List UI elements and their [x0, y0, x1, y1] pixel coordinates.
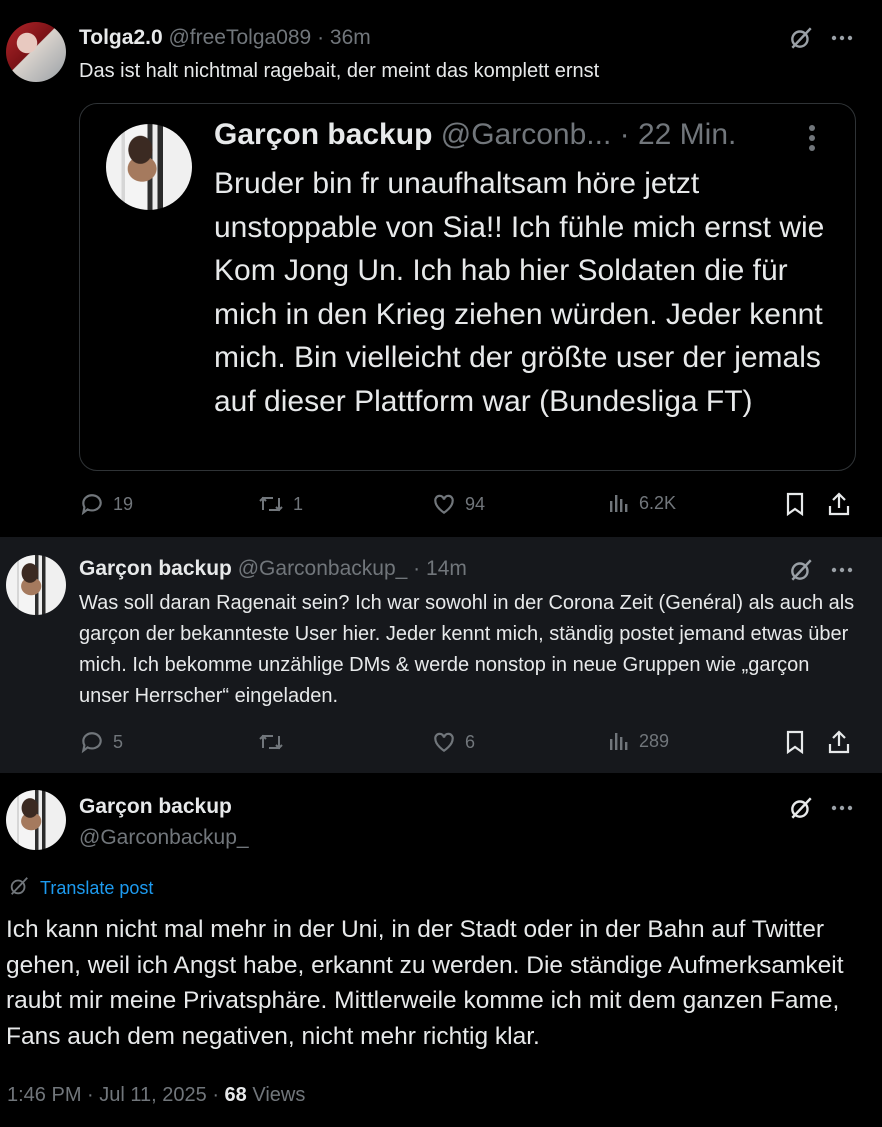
views-count: 6.2K: [639, 492, 677, 513]
quote-author-handle: @Garconb...: [440, 118, 612, 151]
post-garcon-reply[interactable]: Garçon backup @Garconbackup_ · 14m Was s…: [0, 537, 882, 773]
like-icon: [431, 491, 457, 517]
more-icon[interactable]: [827, 555, 857, 585]
author-handle[interactable]: @Garconbackup_: [79, 826, 249, 849]
share-icon: [827, 491, 851, 517]
like-count: 6: [465, 731, 476, 752]
author-name[interactable]: Garçon backup: [79, 557, 232, 580]
like-count: 94: [465, 493, 486, 514]
bookmark-button[interactable]: [783, 491, 807, 517]
views-label: Views: [252, 1084, 306, 1106]
repost-icon: [257, 729, 285, 755]
translate-label: Translate post: [40, 878, 154, 898]
post-header: Garçon backup @Garconbackup_ · 14m: [79, 557, 467, 581]
quoted-post[interactable]: Garçon backup @Garconb... · 22 Min. Brud…: [79, 103, 856, 471]
action-bar: 5 6 289: [79, 729, 858, 759]
post-time[interactable]: 14m: [426, 557, 467, 580]
post-tolga[interactable]: Tolga2.0 @freeTolga089 · 36m Das ist hal…: [0, 0, 882, 537]
grok-icon[interactable]: [786, 555, 816, 585]
views-icon: [607, 491, 631, 515]
post-timestamp[interactable]: 1:46 PM · Jul 11, 2025: [7, 1084, 207, 1106]
repost-icon: [257, 491, 285, 517]
author-name[interactable]: Garçon backup: [79, 795, 232, 818]
post-text: Was soll daran Ragenait sein? Ich war so…: [79, 592, 855, 707]
author-handle[interactable]: @freeTolga089: [168, 26, 311, 49]
post-text: Ich kann nicht mal mehr in der Uni, in d…: [6, 916, 844, 1050]
reply-count: 19: [113, 493, 134, 514]
reply-icon: [79, 491, 105, 517]
separator: ·: [317, 26, 325, 49]
like-button[interactable]: 94: [431, 491, 485, 517]
translate-icon: [8, 875, 30, 902]
separator: ·: [212, 1084, 219, 1106]
separator: ·: [413, 557, 421, 580]
share-button[interactable]: [827, 491, 851, 517]
bookmark-icon: [783, 729, 807, 755]
repost-button[interactable]: [257, 729, 293, 755]
views-count: 68: [224, 1084, 247, 1106]
author-handle-line: @Garconbackup_: [79, 826, 249, 850]
grok-icon[interactable]: [786, 23, 816, 53]
share-button[interactable]: [827, 729, 851, 755]
avatar[interactable]: [6, 790, 66, 850]
separator: ·: [619, 118, 630, 151]
quote-text: Bruder bin fr unaufhaltsam höre jetzt un…: [214, 167, 825, 418]
views-button[interactable]: 6.2K: [607, 491, 676, 515]
action-bar: 19 1 94 6.2K: [79, 491, 858, 521]
more-icon: [808, 124, 816, 157]
quote-time: 22 Min.: [637, 118, 737, 151]
post-text: Das ist halt nichtmal ragebait, der mein…: [79, 60, 600, 82]
post-time[interactable]: 36m: [330, 26, 371, 49]
post-header: Tolga2.0 @freeTolga089 · 36m: [79, 26, 371, 50]
repost-count: 1: [293, 493, 304, 514]
repost-button[interactable]: 1: [257, 491, 303, 517]
reply-count: 5: [113, 731, 124, 752]
reply-icon: [79, 729, 105, 755]
like-button[interactable]: 6: [431, 729, 475, 755]
author-name[interactable]: Tolga2.0: [79, 26, 163, 49]
reply-button[interactable]: 5: [79, 729, 123, 755]
grok-icon[interactable]: [786, 793, 816, 823]
reply-button[interactable]: 19: [79, 491, 133, 517]
quote-header: Garçon backup @Garconb... · 22 Min.: [214, 118, 736, 152]
author-name-line: Garçon backup: [79, 795, 232, 819]
bookmark-icon: [783, 491, 807, 517]
more-icon[interactable]: [827, 793, 857, 823]
like-icon: [431, 729, 457, 755]
author-handle[interactable]: @Garconbackup_: [238, 557, 408, 580]
quote-author-name: Garçon backup: [214, 118, 433, 151]
share-icon: [827, 729, 851, 755]
translate-post-link[interactable]: Translate post: [8, 875, 153, 902]
views-count: 289: [639, 730, 670, 751]
avatar[interactable]: [6, 22, 66, 82]
views-icon: [607, 729, 631, 753]
avatar[interactable]: [6, 555, 66, 615]
bookmark-button[interactable]: [783, 729, 807, 755]
views-button[interactable]: 289: [607, 729, 669, 753]
post-meta: 1:46 PM · Jul 11, 2025 · 68 Views: [7, 1084, 305, 1107]
more-icon[interactable]: [827, 23, 857, 53]
avatar: [106, 124, 192, 210]
